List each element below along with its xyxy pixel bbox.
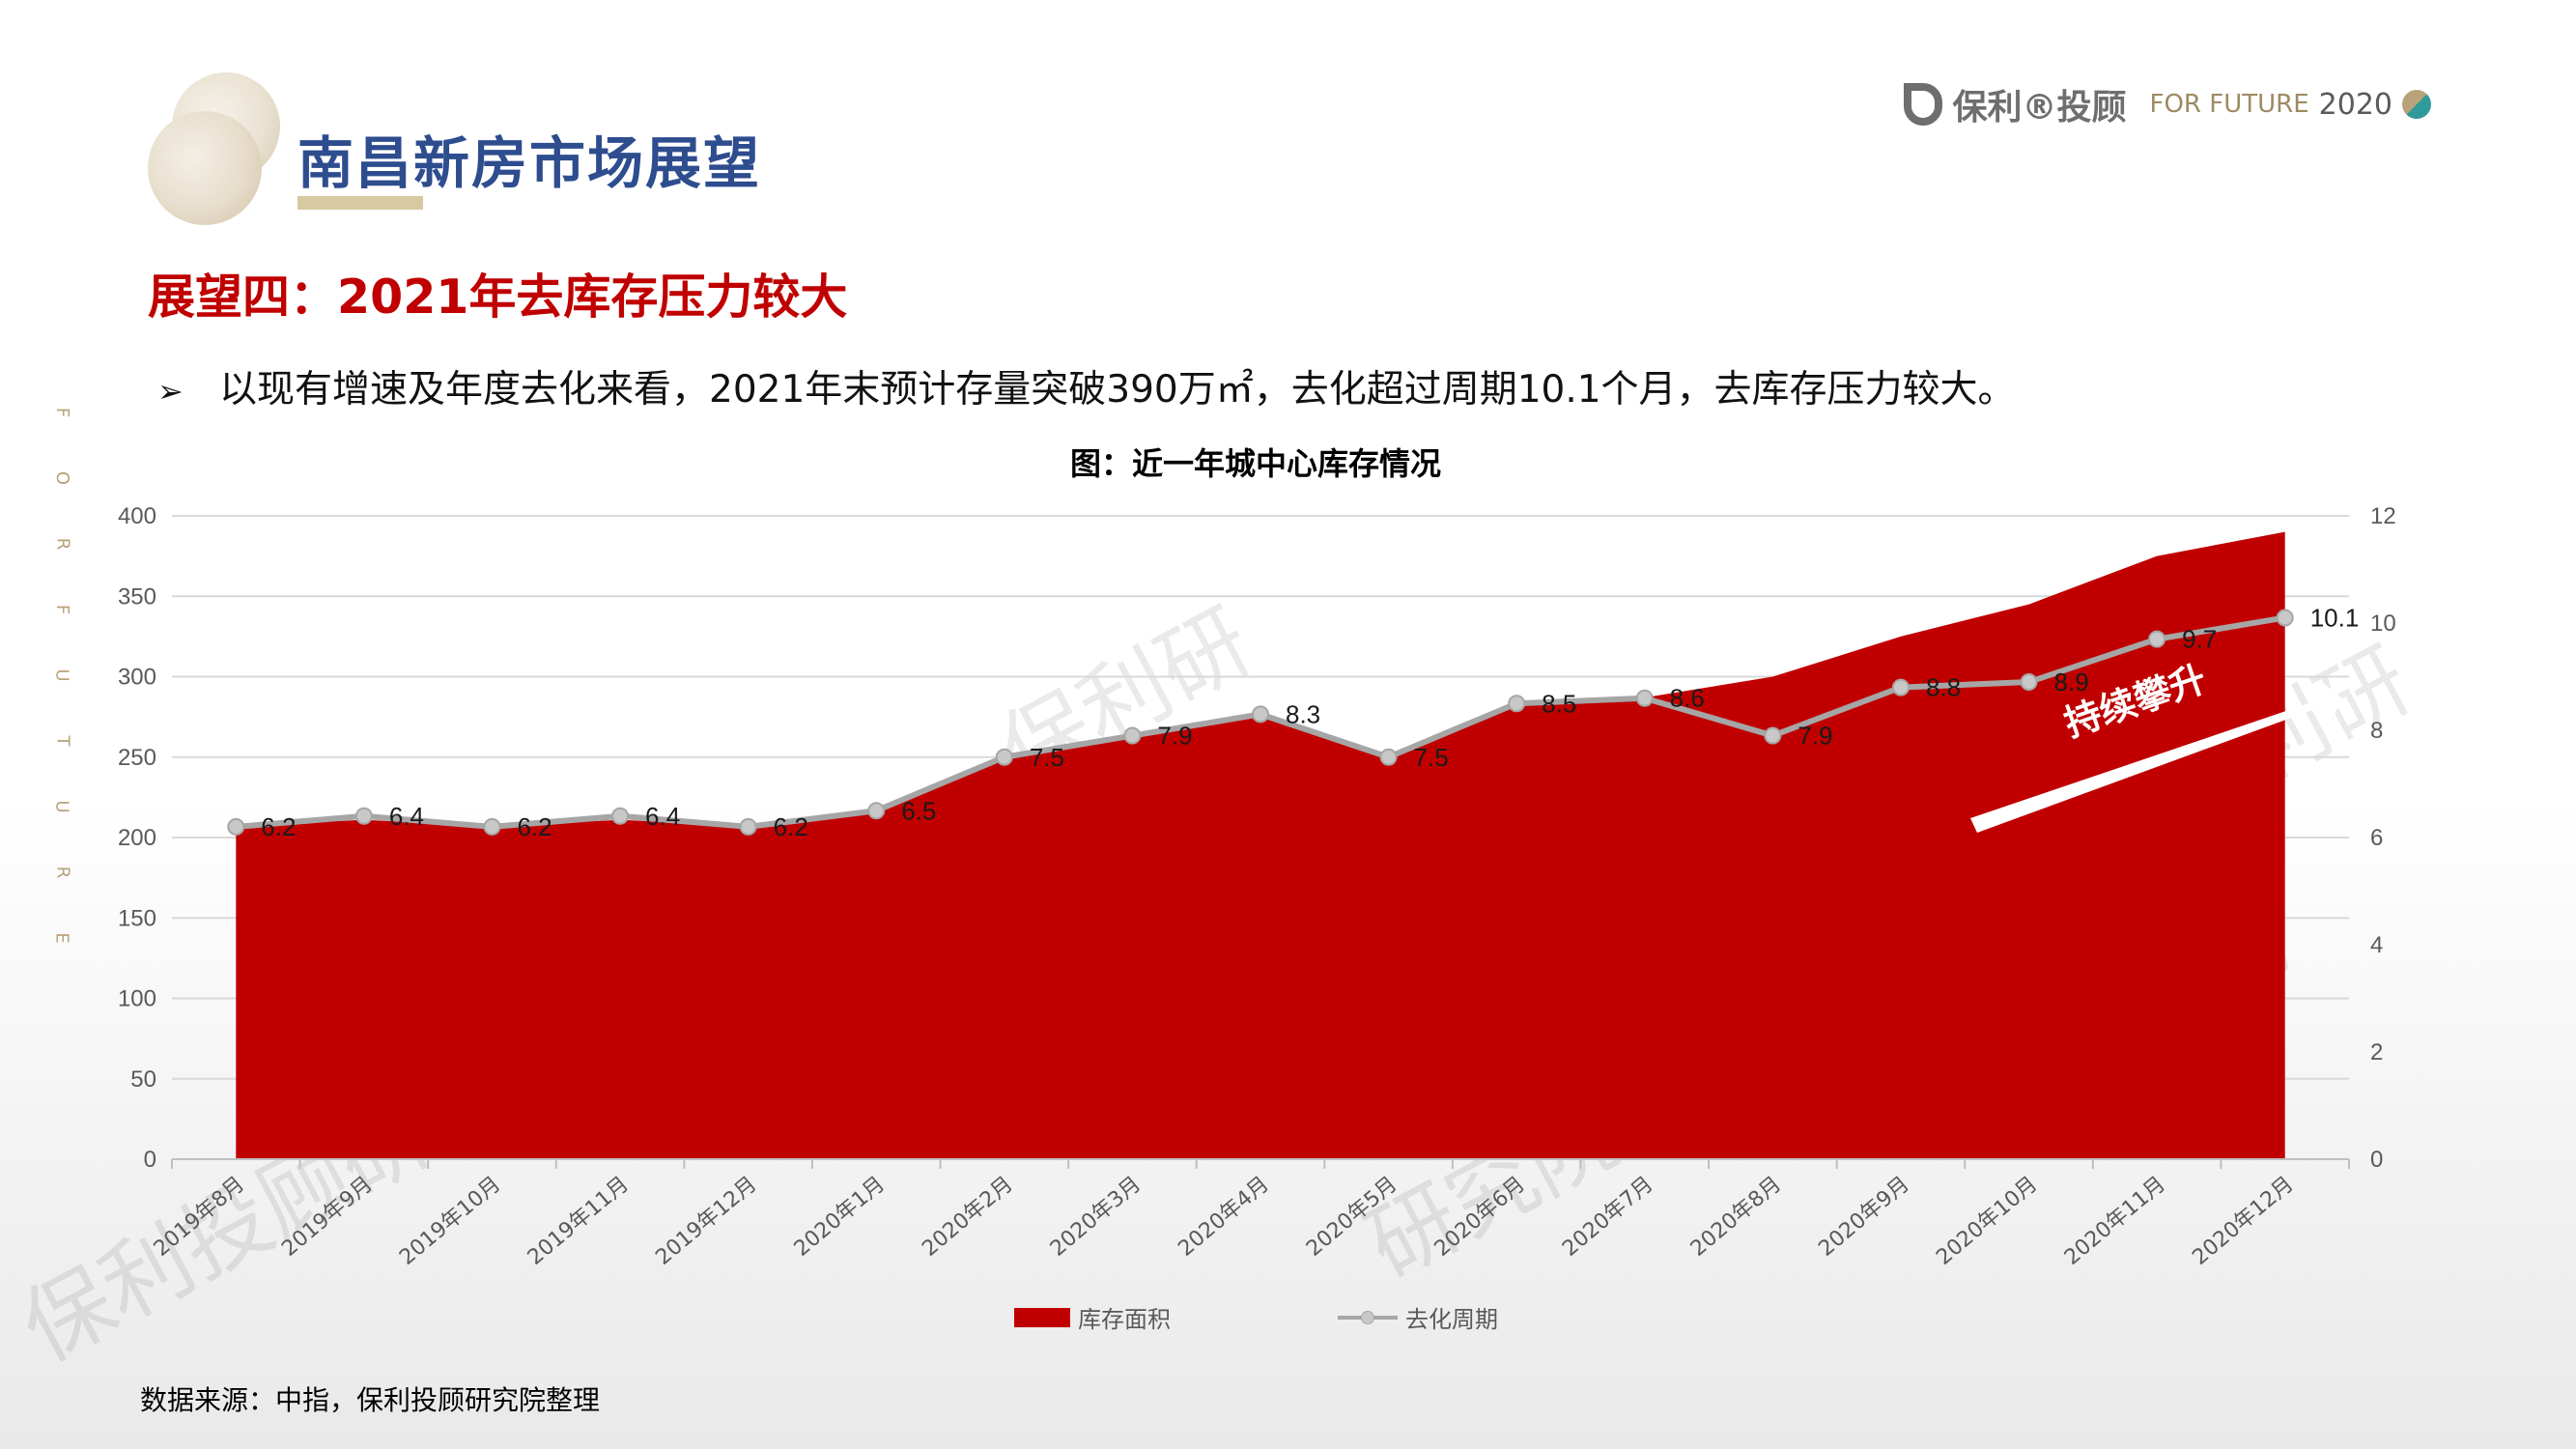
data-label: 6.4 — [645, 802, 680, 831]
data-label: 8.3 — [1286, 699, 1320, 728]
inventory-chart: 保利投顾研究院保利研研究院保利研研究院 6.26.46.26.46.26.57.… — [6, 503, 2426, 1382]
legend-swatch-area — [1014, 1307, 1070, 1327]
line-point — [354, 807, 373, 825]
line-point — [1891, 678, 1910, 696]
data-label: 8.6 — [1670, 684, 1705, 713]
data-label: 8.8 — [1926, 673, 1961, 702]
y-right-tick-label: 4 — [2370, 932, 2383, 958]
line-point — [611, 807, 630, 825]
data-label: 7.5 — [1030, 743, 1064, 772]
data-label: 8.9 — [2054, 668, 2089, 696]
legend-label: 去化周期 — [1405, 1306, 1498, 1333]
line-point — [483, 817, 501, 836]
line-point — [1508, 695, 1526, 713]
x-tick-label: 2020年8月 — [1686, 1172, 1786, 1261]
y-right-tick-label: 10 — [2370, 611, 2396, 637]
legend-label: 库存面积 — [1078, 1306, 1171, 1333]
y-left-tick-label: 400 — [118, 503, 156, 529]
data-label: 6.4 — [389, 802, 424, 831]
line-point — [2020, 673, 2038, 692]
x-tick-label: 2020年10月 — [1932, 1172, 2042, 1269]
y-left-tick-label: 50 — [130, 1066, 156, 1093]
y-right-tick-label: 0 — [2370, 1147, 2383, 1173]
y-left-tick-label: 250 — [118, 745, 156, 771]
line-point — [739, 817, 757, 836]
x-tick-label: 2020年11月 — [2060, 1172, 2170, 1269]
y-left-tick-label: 200 — [118, 825, 156, 851]
y-right-tick-label: 12 — [2370, 503, 2396, 529]
x-tick-label: 2019年11月 — [524, 1172, 634, 1269]
x-tick-label: 2019年12月 — [651, 1172, 761, 1269]
line-point — [1764, 726, 1782, 745]
line-point — [227, 817, 245, 836]
area-layer — [236, 531, 2285, 1159]
legend-swatch-line — [1338, 1308, 1398, 1327]
y-right-tick-label: 2 — [2370, 1039, 2383, 1065]
y-right-tick-label: 8 — [2370, 718, 2383, 744]
y-right-tick-label: 6 — [2370, 825, 2383, 851]
x-tick-label: 2020年9月 — [1814, 1172, 1913, 1261]
legend-item-area: 库存面积 — [1014, 1300, 1171, 1334]
data-label: 8.5 — [1542, 689, 1576, 718]
data-label: 10.1 — [2310, 603, 2360, 632]
area-series-inventory — [236, 531, 2285, 1159]
y-left-tick-label: 0 — [144, 1147, 156, 1173]
data-label: 6.5 — [901, 796, 936, 825]
data-label: 6.2 — [774, 812, 808, 841]
line-point — [995, 748, 1013, 766]
data-label: 7.5 — [1414, 743, 1449, 772]
x-tick-label: 2020年3月 — [1046, 1172, 1146, 1261]
x-tick-label: 2020年12月 — [2188, 1172, 2298, 1269]
line-point — [1635, 689, 1654, 707]
line-point — [2276, 609, 2294, 627]
data-label: 9.7 — [2182, 625, 2217, 654]
data-label: 7.9 — [1157, 722, 1192, 751]
line-point — [1379, 748, 1398, 766]
line-point — [1252, 705, 1269, 724]
y-left-tick-label: 150 — [118, 905, 156, 931]
legend-item-line: 去化周期 — [1338, 1300, 1498, 1334]
line-point — [2148, 630, 2166, 648]
line-point — [867, 802, 886, 820]
y-left-tick-label: 300 — [118, 665, 156, 691]
data-source-note: 数据来源：中指，保利投顾研究院整理 — [140, 1384, 601, 1416]
data-label: 6.2 — [261, 812, 296, 841]
x-tick-label: 2020年1月 — [790, 1172, 890, 1261]
y-left-tick-label: 350 — [118, 583, 156, 610]
y-left-tick-label: 100 — [118, 986, 156, 1012]
data-label: 7.9 — [1798, 722, 1832, 751]
data-label: 6.2 — [517, 812, 552, 841]
x-tick-label: 2020年4月 — [1174, 1172, 1273, 1261]
line-point — [1123, 726, 1142, 745]
x-tick-label: 2020年2月 — [918, 1172, 1017, 1261]
